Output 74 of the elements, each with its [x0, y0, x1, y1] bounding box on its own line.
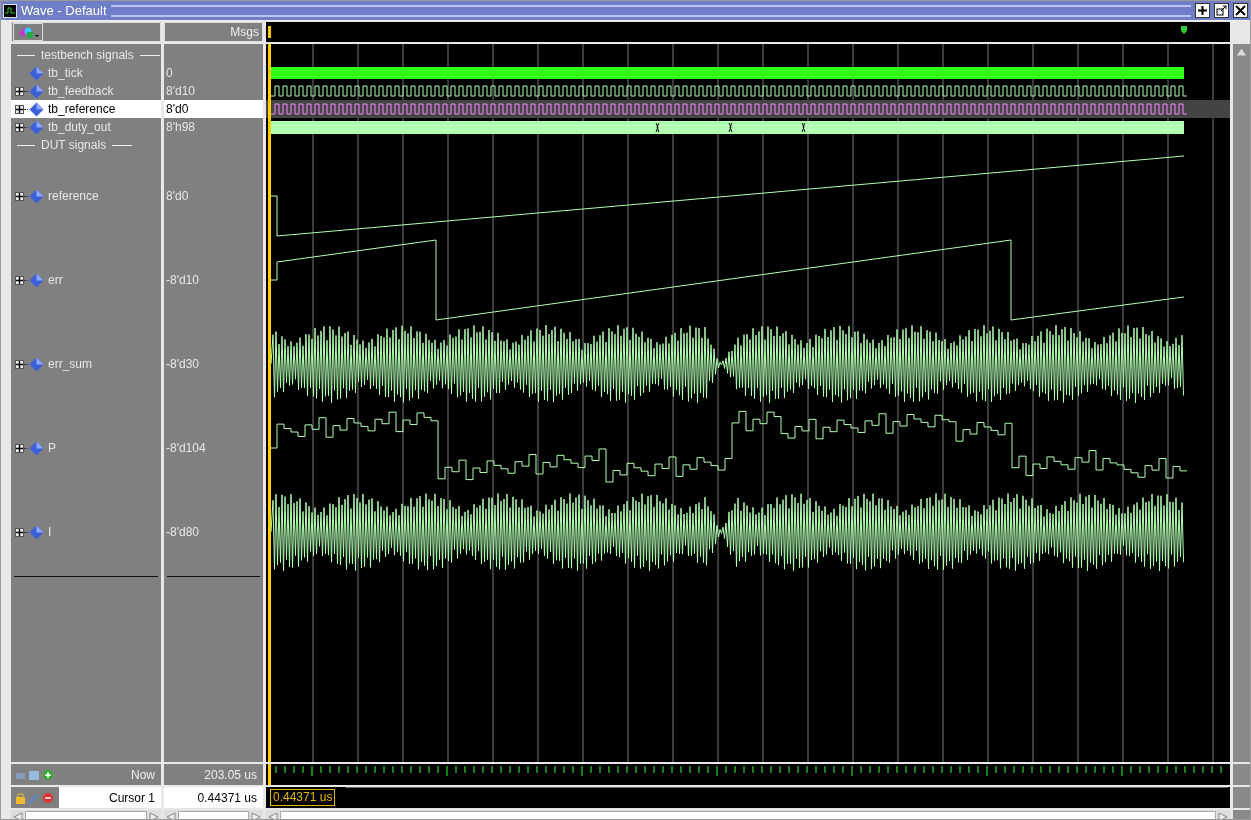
close-icon — [1235, 5, 1246, 16]
signal-value: 8'd0 — [166, 102, 189, 116]
diamond-icon — [29, 119, 44, 135]
scroll-left-icon[interactable] — [13, 812, 23, 819]
scroll-left-icon[interactable] — [166, 812, 176, 819]
expand-icon[interactable] — [15, 191, 24, 201]
scrollbar-track — [1233, 764, 1250, 785]
diamond-icon — [29, 188, 44, 204]
signal-row[interactable]: tb_duty_out — [11, 118, 161, 136]
signal-name: err_sum — [48, 357, 92, 371]
group-label[interactable]: DUT signals — [41, 138, 107, 152]
signal-name: tb_duty_out — [48, 120, 111, 134]
waveform-icon — [3, 3, 17, 18]
window-title: Wave - Default — [21, 3, 107, 18]
scroll-right-icon[interactable] — [251, 812, 261, 819]
cursor-time-tag[interactable]: 0.44371 us — [270, 789, 336, 806]
signal-row[interactable]: err — [11, 238, 161, 322]
values-header: Msgs — [164, 22, 263, 42]
expand-icon[interactable] — [15, 104, 24, 114]
signal-name: tb_feedback — [48, 84, 114, 98]
signal-value: -8'd104 — [166, 441, 206, 455]
signal-row[interactable]: I — [11, 490, 161, 574]
signal-row[interactable]: tb_reference — [11, 100, 161, 118]
diamond-icon — [29, 101, 44, 117]
diamond-icon — [29, 440, 44, 456]
popout-icon — [1216, 5, 1227, 16]
signal-row[interactable]: tb_feedback — [11, 82, 161, 100]
expand-icon[interactable] — [15, 443, 24, 453]
expand-icon[interactable] — [15, 359, 24, 369]
dock-button[interactable] — [1195, 3, 1210, 18]
signal-value: 0 — [166, 66, 173, 80]
scroll-right-icon[interactable] — [1218, 812, 1228, 819]
signal-value: 8'd10 — [166, 84, 195, 98]
scroll-right-icon[interactable] — [149, 812, 159, 819]
undock-button[interactable] — [1214, 3, 1229, 18]
scrollbar-track — [1233, 787, 1250, 808]
diamond-icon — [29, 356, 44, 372]
signal-name: tb_reference — [48, 102, 116, 116]
scroll-up-icon[interactable] — [1234, 46, 1249, 58]
scroll-left-icon[interactable] — [268, 812, 278, 819]
signal-name: reference — [48, 189, 99, 203]
signal-value: -8'd10 — [166, 273, 199, 287]
cursor-value: 0.44371 us — [197, 790, 257, 805]
cursor-name[interactable]: Cursor 1 — [59, 787, 161, 808]
signal-value: -8'd80 — [166, 525, 199, 539]
expand-icon[interactable] — [15, 527, 24, 537]
signal-row[interactable]: err_sum — [11, 322, 161, 406]
signal-value: 8'd0 — [166, 189, 189, 203]
close-button[interactable] — [1233, 3, 1248, 18]
signal-tool-button[interactable] — [13, 23, 43, 41]
signal-name: I — [48, 525, 52, 539]
group-label[interactable]: testbench signals — [41, 48, 134, 62]
now-label: Now — [130, 766, 156, 784]
diamond-icon — [29, 83, 44, 99]
signal-name: P — [48, 441, 56, 455]
expand-icon[interactable] — [15, 122, 24, 132]
signal-name: tb_tick — [48, 66, 83, 80]
cursor-tools-drawing[interactable] — [15, 791, 55, 804]
signal-value: -8'd30 — [166, 357, 199, 371]
signal-row[interactable]: P — [11, 406, 161, 490]
signal-row[interactable]: tb_tick — [11, 64, 161, 82]
signal-name: err — [48, 273, 63, 287]
signal-value: 8'h98 — [166, 120, 195, 134]
diamond-icon — [29, 272, 44, 288]
plus-icon — [1197, 5, 1208, 16]
toolbar-icons-drawing[interactable] — [15, 768, 55, 781]
vertical-scrollbar[interactable] — [1233, 44, 1250, 762]
expand-icon[interactable] — [15, 86, 24, 96]
diamond-icon — [29, 524, 44, 540]
shapes-icon — [17, 25, 39, 39]
signal-row[interactable]: reference — [11, 154, 161, 238]
now-value: 203.05 us — [204, 767, 257, 782]
expand-icon[interactable] — [15, 275, 24, 285]
diamond-icon — [29, 65, 44, 81]
